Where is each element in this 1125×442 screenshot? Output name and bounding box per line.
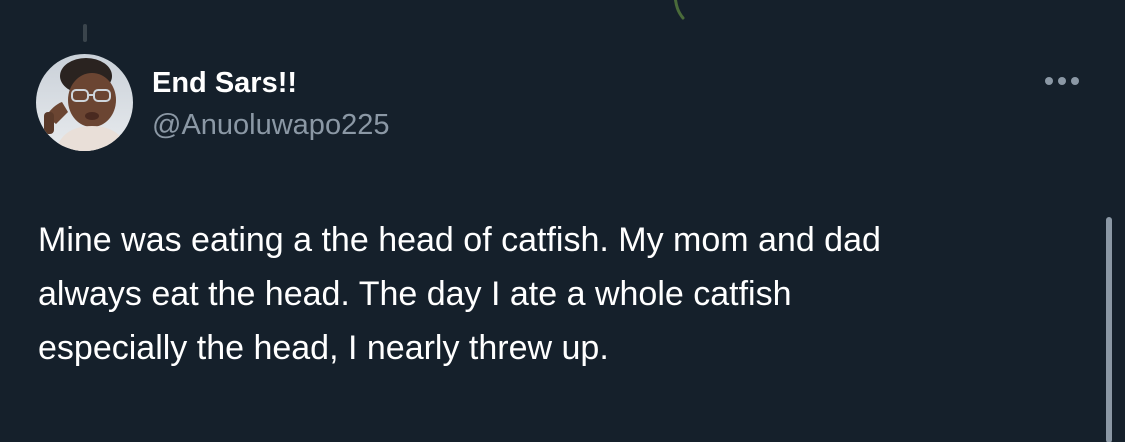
tweet-text: Mine was eating a the head of catfish. M… xyxy=(38,221,881,367)
tweet-view: End Sars!! @Anuoluwapo225 Mine was eatin… xyxy=(0,0,1125,442)
avatar-image xyxy=(36,54,133,151)
more-options-button[interactable] xyxy=(1036,68,1088,94)
more-horizontal-icon xyxy=(1058,77,1066,85)
media-edge-fragment xyxy=(673,0,685,20)
display-name[interactable]: End Sars!! xyxy=(152,64,297,102)
user-handle[interactable]: @Anuoluwapo225 xyxy=(152,106,389,144)
more-horizontal-icon xyxy=(1071,77,1079,85)
more-horizontal-icon xyxy=(1045,77,1053,85)
avatar[interactable] xyxy=(36,54,133,151)
thread-connector-line xyxy=(83,24,87,42)
scrollbar-thumb[interactable] xyxy=(1106,217,1112,442)
